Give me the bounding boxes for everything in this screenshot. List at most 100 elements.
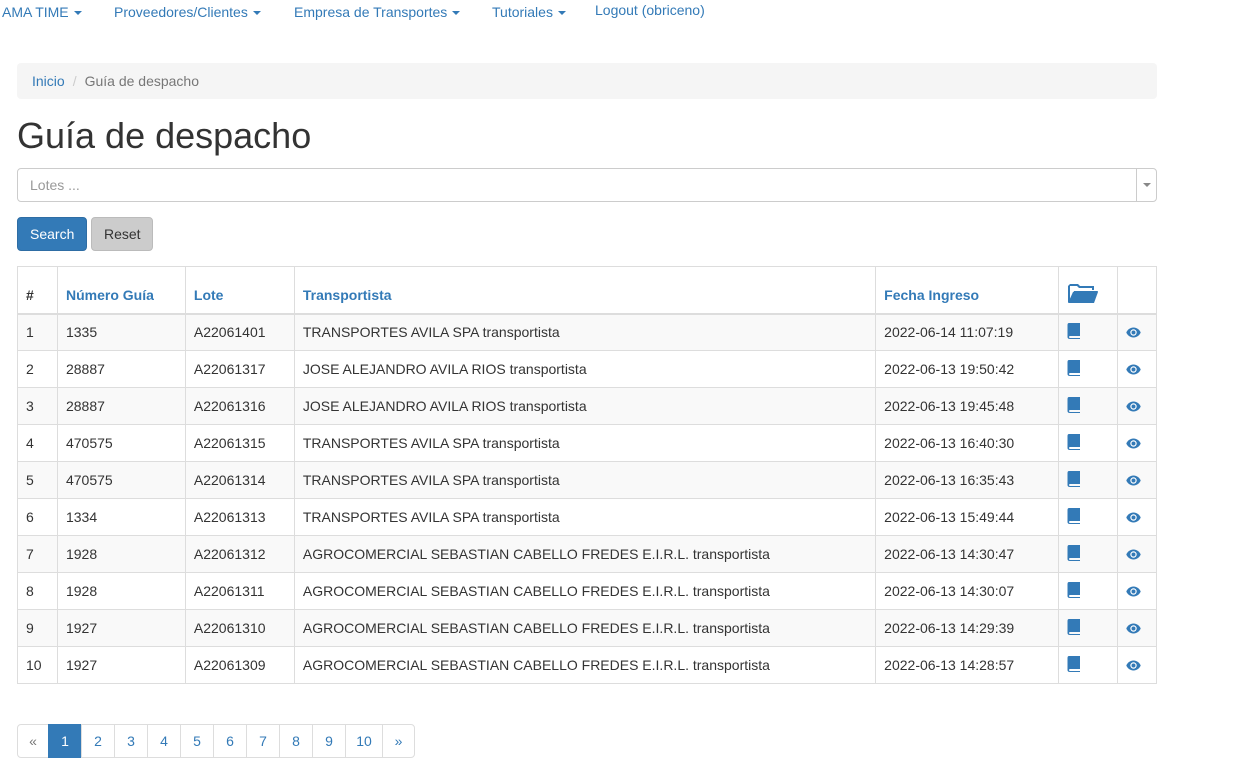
eye-icon[interactable]	[1126, 584, 1141, 600]
breadcrumb-home-link[interactable]: Inicio	[32, 73, 65, 89]
pagination: « 1 2 3 4 5 6 7 8 9 10 »	[17, 724, 415, 758]
cell-numero-guia: 470575	[56, 424, 186, 462]
caret-down-icon	[557, 11, 566, 16]
nav-menu-proveedores-clientes[interactable]: Proveedores/Clientes	[114, 4, 261, 20]
book-icon[interactable]	[1067, 655, 1081, 675]
cell-lote: A22061309	[184, 646, 295, 684]
sort-fecha-ingreso-link[interactable]: Fecha Ingreso	[884, 287, 979, 303]
pagination-page[interactable]: 3	[114, 724, 148, 758]
lotes-select-placeholder: Lotes ...	[30, 177, 80, 193]
book-icon[interactable]	[1067, 470, 1081, 490]
eye-icon[interactable]	[1126, 510, 1141, 526]
sort-lote-link[interactable]: Lote	[194, 287, 224, 303]
cell-transportista: JOSE ALEJANDRO AVILA RIOS transportista	[293, 350, 877, 388]
eye-icon[interactable]	[1126, 362, 1141, 378]
pagination-prev[interactable]: «	[17, 724, 49, 758]
table-row: 8 1928 A22061311 AGROCOMERCIAL SEBASTIAN CA…	[17, 572, 1158, 610]
book-icon[interactable]	[1067, 359, 1081, 379]
pagination-page[interactable]: 2	[81, 724, 115, 758]
pagination-page[interactable]: 1	[48, 724, 82, 758]
eye-icon[interactable]	[1126, 658, 1141, 674]
cell-numero-guia: 1927	[56, 609, 186, 647]
breadcrumb: Inicio / Guía de despacho	[17, 63, 1157, 99]
sort-numero-guia-link[interactable]: Número Guía	[66, 287, 154, 303]
cell-num: 4	[17, 424, 58, 462]
cell-view-action	[1116, 646, 1158, 684]
table-row: 3 28887 A22061316 JOSE ALEJANDRO AVILA RIOS…	[17, 387, 1158, 425]
cell-view-action	[1116, 498, 1158, 536]
cell-document-action	[1058, 609, 1118, 647]
eye-icon[interactable]	[1126, 399, 1141, 415]
cell-transportista: TRANSPORTES AVILA SPA transportista	[293, 424, 877, 462]
table-row: 2 28887 A22061317 JOSE ALEJANDRO AVILA RIOS…	[17, 350, 1158, 388]
pagination-page[interactable]: 9	[312, 724, 346, 758]
pagination-next[interactable]: »	[382, 724, 415, 758]
cell-lote: A22061313	[184, 498, 295, 536]
search-button[interactable]: Search	[17, 217, 87, 251]
folder-open-icon[interactable]	[1067, 282, 1099, 307]
cell-transportista: TRANSPORTES AVILA SPA transportista	[293, 313, 877, 351]
cell-numero-guia: 1927	[56, 646, 186, 684]
book-icon[interactable]	[1067, 322, 1081, 342]
table-header-row: # Número Guía Lote Transportista Fecha I…	[17, 266, 1158, 315]
table-row: 5 470575 A22061314 TRANSPORTES AVILA SPA tr…	[17, 461, 1158, 499]
caret-down-icon	[73, 11, 82, 16]
book-icon[interactable]	[1067, 544, 1081, 564]
cell-num: 1	[17, 313, 58, 351]
eye-icon[interactable]	[1126, 325, 1141, 341]
cell-document-action	[1058, 313, 1118, 351]
eye-icon[interactable]	[1126, 621, 1141, 637]
cell-numero-guia: 1928	[56, 572, 186, 610]
nav-menu-ama-time[interactable]: AMA TIME	[2, 4, 82, 20]
caret-down-icon	[252, 11, 261, 16]
cell-view-action	[1116, 424, 1158, 462]
col-header-lote: Lote	[184, 266, 295, 315]
col-header-num: #	[17, 266, 58, 315]
cell-num: 6	[17, 498, 58, 536]
table-row: 4 470575 A22061315 TRANSPORTES AVILA SPA tr…	[17, 424, 1158, 462]
cell-num: 9	[17, 609, 58, 647]
cell-num: 5	[17, 461, 58, 499]
book-icon[interactable]	[1067, 396, 1081, 416]
sort-transportista-link[interactable]: Transportista	[303, 287, 392, 303]
book-icon[interactable]	[1067, 433, 1081, 453]
eye-icon[interactable]	[1126, 436, 1141, 452]
cell-numero-guia: 28887	[56, 387, 186, 425]
logout-label: Logout (obriceno)	[595, 2, 705, 18]
breadcrumb-current: Guía de despacho	[84, 73, 199, 89]
cell-document-action	[1058, 535, 1118, 573]
reset-button[interactable]: Reset	[91, 217, 153, 251]
cell-document-action	[1058, 424, 1118, 462]
pagination-page[interactable]: 7	[246, 724, 280, 758]
book-icon[interactable]	[1067, 618, 1081, 638]
cell-num: 3	[17, 387, 58, 425]
lotes-select[interactable]: Lotes ...	[17, 168, 1157, 202]
cell-view-action	[1116, 461, 1158, 499]
book-icon[interactable]	[1067, 581, 1081, 601]
logout-link[interactable]: Logout (obriceno)	[595, 2, 705, 18]
cell-transportista: JOSE ALEJANDRO AVILA RIOS transportista	[293, 387, 877, 425]
pagination-page[interactable]: 10	[345, 724, 383, 758]
book-icon[interactable]	[1067, 507, 1081, 527]
nav-menu-label: Empresa de Transportes	[294, 4, 448, 20]
nav-menu-empresa-transportes[interactable]: Empresa de Transportes	[294, 4, 461, 20]
col-header-folder	[1058, 266, 1118, 315]
cell-fecha-ingreso: 2022-06-14 11:07:19	[875, 313, 1059, 351]
pagination-page[interactable]: 8	[279, 724, 313, 758]
cell-numero-guia: 28887	[56, 350, 186, 388]
cell-transportista: AGROCOMERCIAL SEBASTIAN CABELLO FREDES E…	[293, 572, 877, 610]
cell-fecha-ingreso: 2022-06-13 16:35:43	[875, 461, 1059, 499]
pagination-page[interactable]: 5	[180, 724, 214, 758]
cell-view-action	[1116, 387, 1158, 425]
cell-fecha-ingreso: 2022-06-13 14:29:39	[875, 609, 1059, 647]
pagination-page[interactable]: 4	[147, 724, 181, 758]
cell-transportista: TRANSPORTES AVILA SPA transportista	[293, 461, 877, 499]
nav-menu-label: Proveedores/Clientes	[114, 4, 248, 20]
eye-icon[interactable]	[1126, 547, 1141, 563]
select-dropdown-toggle[interactable]	[1136, 169, 1156, 201]
nav-menu-tutoriales[interactable]: Tutoriales	[492, 4, 566, 20]
pagination-page[interactable]: 6	[213, 724, 247, 758]
cell-view-action	[1116, 313, 1158, 351]
cell-fecha-ingreso: 2022-06-13 19:50:42	[875, 350, 1059, 388]
eye-icon[interactable]	[1126, 473, 1141, 489]
